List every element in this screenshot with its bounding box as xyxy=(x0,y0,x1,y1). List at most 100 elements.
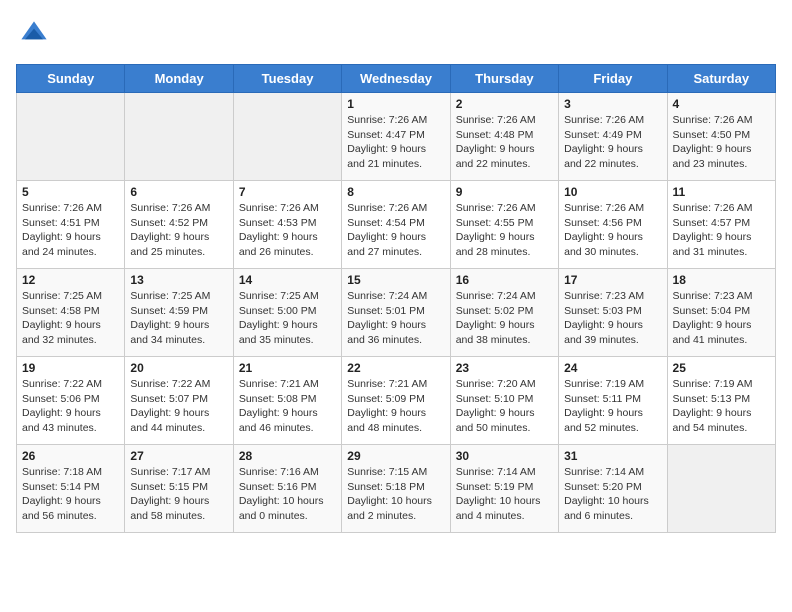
calendar-week-row: 26 Sunrise: 7:18 AMSunset: 5:14 PMDayligh… xyxy=(17,445,776,533)
day-info: Sunrise: 7:26 AMSunset: 4:49 PMDaylight:… xyxy=(564,113,661,172)
day-info: Sunrise: 7:26 AMSunset: 4:47 PMDaylight:… xyxy=(347,113,444,172)
calendar-cell: 8Sunrise: 7:26 AMSunset: 4:54 PMDaylight… xyxy=(342,181,450,269)
day-info: Sunrise: 7:21 AMSunset: 5:09 PMDaylight:… xyxy=(347,377,444,436)
day-info: Sunrise: 7:25 AMSunset: 4:59 PMDaylight:… xyxy=(130,289,227,348)
calendar-week-row: 12 Sunrise: 7:25 AMSunset: 4:58 PMDayligh… xyxy=(17,269,776,357)
day-info: Sunrise: 7:20 AMSunset: 5:10 PMDaylight:… xyxy=(456,377,553,436)
day-info: Sunrise: 7:26 AMSunset: 4:52 PMDaylight:… xyxy=(130,201,227,260)
calendar-cell: 16 Sunrise: 7:24 AMSunset: 5:02 PMDayligh… xyxy=(450,269,558,357)
weekday-header: Sunday xyxy=(17,65,125,93)
day-number: 17 xyxy=(564,273,661,287)
calendar-week-row: 19 Sunrise: 7:22 AMSunset: 5:06 PMDayligh… xyxy=(17,357,776,445)
day-info: Sunrise: 7:14 AMSunset: 5:20 PMDaylight:… xyxy=(564,465,661,524)
day-info: Sunrise: 7:16 AMSunset: 5:16 PMDaylight:… xyxy=(239,465,336,524)
day-number: 30 xyxy=(456,449,553,463)
logo xyxy=(16,16,56,52)
calendar-cell: 18 Sunrise: 7:23 AMSunset: 5:04 PMDayligh… xyxy=(667,269,775,357)
day-number: 2 xyxy=(456,97,553,111)
day-number: 16 xyxy=(456,273,553,287)
day-number: 23 xyxy=(456,361,553,375)
calendar-cell: 7 Sunrise: 7:26 AMSunset: 4:53 PMDaylight… xyxy=(233,181,341,269)
day-number: 21 xyxy=(239,361,336,375)
calendar-cell: 22Sunrise: 7:21 AMSunset: 5:09 PMDayligh… xyxy=(342,357,450,445)
day-number: 5 xyxy=(22,185,119,199)
day-number: 24 xyxy=(564,361,661,375)
page-header xyxy=(16,16,776,52)
calendar-cell: 21 Sunrise: 7:21 AMSunset: 5:08 PMDayligh… xyxy=(233,357,341,445)
calendar-week-row: 1 Sunrise: 7:26 AMSunset: 4:47 PMDaylight… xyxy=(17,93,776,181)
day-info: Sunrise: 7:24 AMSunset: 5:01 PMDaylight:… xyxy=(347,289,444,348)
calendar-cell: 25 Sunrise: 7:19 AMSunset: 5:13 PMDayligh… xyxy=(667,357,775,445)
weekday-header: Wednesday xyxy=(342,65,450,93)
day-number: 25 xyxy=(673,361,770,375)
day-number: 1 xyxy=(347,97,444,111)
calendar-cell: 12 Sunrise: 7:25 AMSunset: 4:58 PMDayligh… xyxy=(17,269,125,357)
day-info: Sunrise: 7:25 AMSunset: 4:58 PMDaylight:… xyxy=(22,289,119,348)
weekday-header: Tuesday xyxy=(233,65,341,93)
calendar-cell: 14 Sunrise: 7:25 AMSunset: 5:00 PMDayligh… xyxy=(233,269,341,357)
day-number: 11 xyxy=(673,185,770,199)
calendar-cell: 31Sunrise: 7:14 AMSunset: 5:20 PMDayligh… xyxy=(559,445,667,533)
calendar-cell: 3 Sunrise: 7:26 AMSunset: 4:49 PMDaylight… xyxy=(559,93,667,181)
day-info: Sunrise: 7:26 AMSunset: 4:55 PMDaylight:… xyxy=(456,201,553,260)
day-number: 26 xyxy=(22,449,119,463)
weekday-row: SundayMondayTuesdayWednesdayThursdayFrid… xyxy=(17,65,776,93)
calendar-cell: 9 Sunrise: 7:26 AMSunset: 4:55 PMDaylight… xyxy=(450,181,558,269)
day-number: 3 xyxy=(564,97,661,111)
day-number: 12 xyxy=(22,273,119,287)
calendar-cell: 23 Sunrise: 7:20 AMSunset: 5:10 PMDayligh… xyxy=(450,357,558,445)
day-info: Sunrise: 7:25 AMSunset: 5:00 PMDaylight:… xyxy=(239,289,336,348)
day-info: Sunrise: 7:23 AMSunset: 5:03 PMDaylight:… xyxy=(564,289,661,348)
weekday-header: Monday xyxy=(125,65,233,93)
calendar-cell xyxy=(17,93,125,181)
calendar-cell: 28 Sunrise: 7:16 AMSunset: 5:16 PMDayligh… xyxy=(233,445,341,533)
day-number: 20 xyxy=(130,361,227,375)
calendar-cell: 15Sunrise: 7:24 AMSunset: 5:01 PMDayligh… xyxy=(342,269,450,357)
calendar-cell: 6 Sunrise: 7:26 AMSunset: 4:52 PMDaylight… xyxy=(125,181,233,269)
day-info: Sunrise: 7:23 AMSunset: 5:04 PMDaylight:… xyxy=(673,289,770,348)
day-info: Sunrise: 7:18 AMSunset: 5:14 PMDaylight:… xyxy=(22,465,119,524)
day-info: Sunrise: 7:22 AMSunset: 5:06 PMDaylight:… xyxy=(22,377,119,436)
day-number: 8 xyxy=(347,185,444,199)
calendar-body: 1 Sunrise: 7:26 AMSunset: 4:47 PMDaylight… xyxy=(17,93,776,533)
day-info: Sunrise: 7:21 AMSunset: 5:08 PMDaylight:… xyxy=(239,377,336,436)
calendar-cell: 2 Sunrise: 7:26 AMSunset: 4:48 PMDaylight… xyxy=(450,93,558,181)
day-info: Sunrise: 7:26 AMSunset: 4:50 PMDaylight:… xyxy=(673,113,770,172)
calendar-cell: 17 Sunrise: 7:23 AMSunset: 5:03 PMDayligh… xyxy=(559,269,667,357)
day-number: 4 xyxy=(673,97,770,111)
calendar-cell: 10Sunrise: 7:26 AMSunset: 4:56 PMDayligh… xyxy=(559,181,667,269)
day-number: 27 xyxy=(130,449,227,463)
weekday-header: Saturday xyxy=(667,65,775,93)
day-number: 6 xyxy=(130,185,227,199)
day-number: 9 xyxy=(456,185,553,199)
calendar-cell: 5Sunrise: 7:26 AMSunset: 4:51 PMDaylight… xyxy=(17,181,125,269)
day-number: 18 xyxy=(673,273,770,287)
day-info: Sunrise: 7:19 AMSunset: 5:11 PMDaylight:… xyxy=(564,377,661,436)
day-number: 10 xyxy=(564,185,661,199)
calendar-header: SundayMondayTuesdayWednesdayThursdayFrid… xyxy=(17,65,776,93)
calendar-cell: 4 Sunrise: 7:26 AMSunset: 4:50 PMDaylight… xyxy=(667,93,775,181)
day-info: Sunrise: 7:17 AMSunset: 5:15 PMDaylight:… xyxy=(130,465,227,524)
day-info: Sunrise: 7:26 AMSunset: 4:53 PMDaylight:… xyxy=(239,201,336,260)
calendar-cell: 27 Sunrise: 7:17 AMSunset: 5:15 PMDayligh… xyxy=(125,445,233,533)
calendar-cell: 13Sunrise: 7:25 AMSunset: 4:59 PMDayligh… xyxy=(125,269,233,357)
day-number: 14 xyxy=(239,273,336,287)
day-info: Sunrise: 7:22 AMSunset: 5:07 PMDaylight:… xyxy=(130,377,227,436)
day-number: 28 xyxy=(239,449,336,463)
day-info: Sunrise: 7:15 AMSunset: 5:18 PMDaylight:… xyxy=(347,465,444,524)
day-number: 29 xyxy=(347,449,444,463)
calendar-cell: 26 Sunrise: 7:18 AMSunset: 5:14 PMDayligh… xyxy=(17,445,125,533)
calendar-cell: 20 Sunrise: 7:22 AMSunset: 5:07 PMDayligh… xyxy=(125,357,233,445)
day-info: Sunrise: 7:19 AMSunset: 5:13 PMDaylight:… xyxy=(673,377,770,436)
weekday-header: Friday xyxy=(559,65,667,93)
logo-icon xyxy=(16,16,52,52)
day-info: Sunrise: 7:24 AMSunset: 5:02 PMDaylight:… xyxy=(456,289,553,348)
calendar-cell: 24 Sunrise: 7:19 AMSunset: 5:11 PMDayligh… xyxy=(559,357,667,445)
day-number: 7 xyxy=(239,185,336,199)
day-number: 19 xyxy=(22,361,119,375)
day-info: Sunrise: 7:26 AMSunset: 4:48 PMDaylight:… xyxy=(456,113,553,172)
day-info: Sunrise: 7:26 AMSunset: 4:57 PMDaylight:… xyxy=(673,201,770,260)
calendar-week-row: 5Sunrise: 7:26 AMSunset: 4:51 PMDaylight… xyxy=(17,181,776,269)
calendar-cell xyxy=(667,445,775,533)
calendar-cell: 11 Sunrise: 7:26 AMSunset: 4:57 PMDayligh… xyxy=(667,181,775,269)
